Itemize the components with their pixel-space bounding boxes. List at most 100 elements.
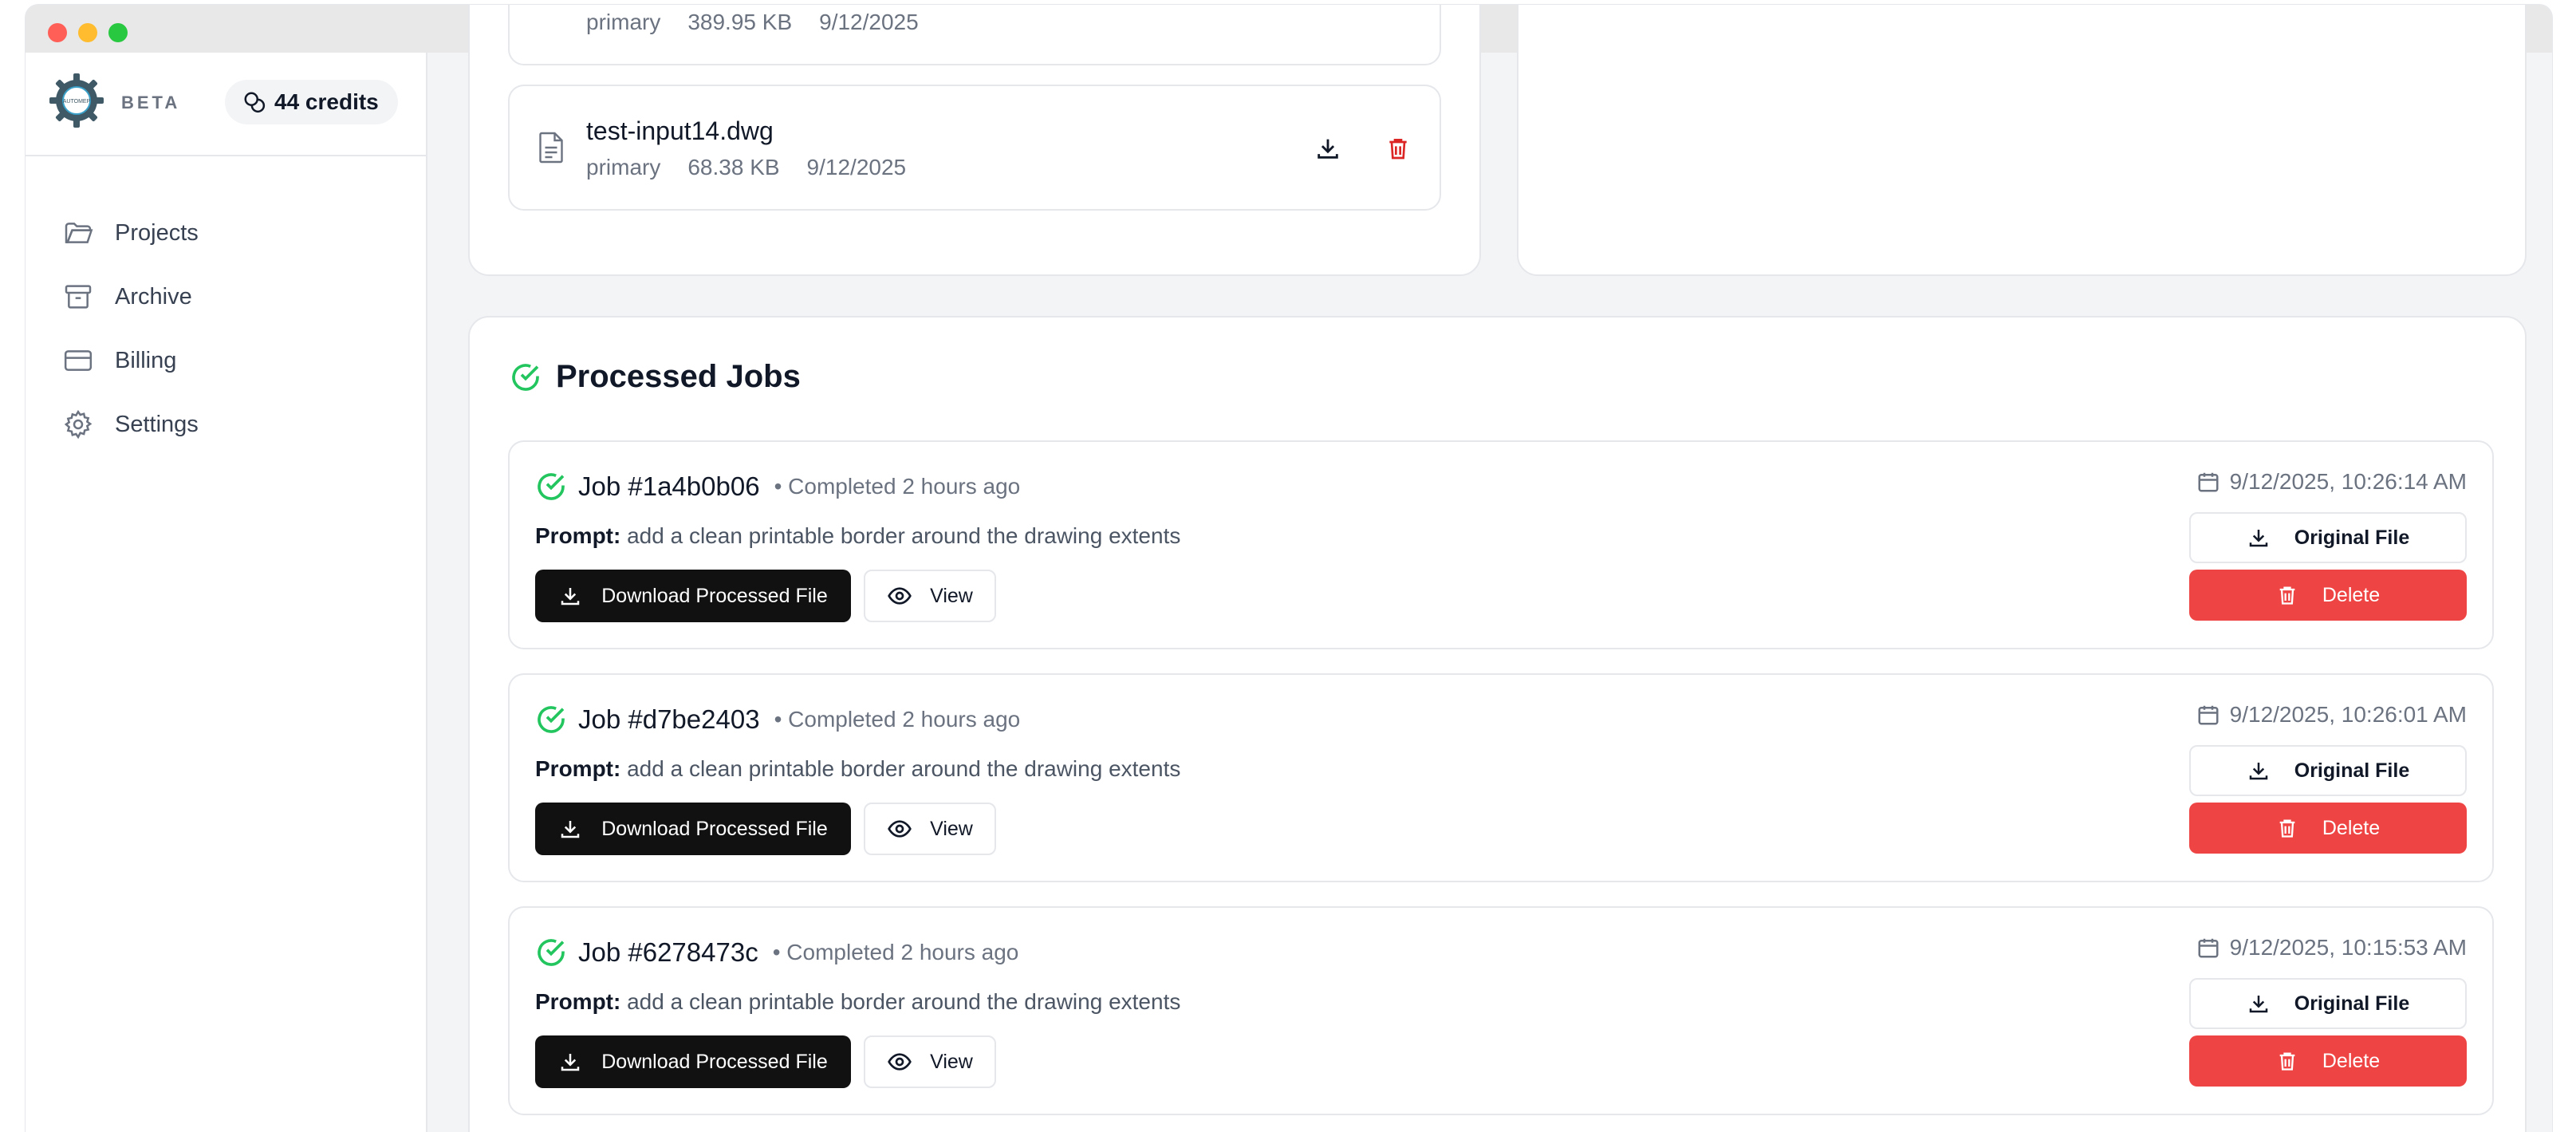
download-processed-file-button[interactable]: Download Processed File — [535, 1035, 851, 1088]
job-header: Job #d7be2403 • Completed 2 hours ago — [535, 704, 1020, 736]
calendar-icon — [2198, 938, 2219, 958]
beta-label: BETA — [121, 93, 181, 112]
prompt-label: Prompt: — [535, 756, 621, 781]
section-title: Processed Jobs — [510, 359, 801, 395]
job-header: Job #6278473c • Completed 2 hours ago — [535, 937, 1018, 968]
download-processed-file-button[interactable]: Download Processed File — [535, 803, 851, 855]
automep-logo-icon[interactable]: AUTOMEP — [48, 72, 105, 129]
check-circle-icon — [538, 473, 565, 500]
credit-card-icon — [64, 350, 93, 371]
original-file-label: Original File — [2294, 992, 2410, 1015]
folder-icon — [65, 223, 93, 243]
original-file-label: Original File — [2294, 526, 2410, 549]
credits-label: 44 credits — [274, 89, 379, 114]
credits-badge[interactable]: 44 credits — [225, 80, 398, 124]
view-button[interactable]: View — [864, 1035, 996, 1088]
view-label: View — [930, 817, 973, 840]
sidebar-item-billing[interactable]: Billing — [62, 329, 199, 392]
job-date: 9/12/2025, 10:26:01 AM — [2196, 702, 2467, 728]
sidebar-nav: Projects Archive Billing Settings — [62, 201, 199, 456]
job-title: Job #1a4b0b06 — [578, 471, 760, 501]
side-panel-card — [1517, 5, 2527, 276]
delete-file-button[interactable] — [1381, 131, 1416, 166]
prompt-label: Prompt: — [535, 523, 621, 548]
sidebar: AUTOMEP BETA 44 credits Projects Archive… — [26, 53, 427, 1132]
job-title: Job #6278473c — [578, 937, 758, 967]
minimize-window-button[interactable] — [78, 23, 97, 42]
file-meta: primary 389.95 KB 9/12/2025 — [586, 10, 919, 35]
sidebar-item-label: Archive — [115, 283, 192, 310]
download-icon — [2249, 996, 2267, 1013]
download-icon — [2249, 763, 2267, 780]
trash-icon — [2279, 1052, 2295, 1071]
delete-label: Delete — [2322, 1049, 2381, 1072]
check-circle-icon — [538, 939, 565, 966]
eye-icon — [888, 1053, 912, 1071]
delete-job-button[interactable]: Delete — [2189, 570, 2467, 621]
prompt-label: Prompt: — [535, 989, 621, 1014]
sidebar-item-label: Settings — [115, 411, 199, 437]
eye-icon — [888, 587, 912, 605]
job-date-text: 9/12/2025, 10:15:53 AM — [2229, 935, 2467, 960]
archive-icon — [65, 285, 92, 309]
sidebar-item-label: Projects — [115, 219, 199, 246]
sidebar-item-archive[interactable]: Archive — [62, 265, 199, 329]
view-button[interactable]: View — [864, 803, 996, 855]
file-row[interactable]: test-input14.dwg primary 68.38 KB 9/12/2… — [508, 85, 1441, 211]
processed-jobs-title: Processed Jobs — [556, 359, 801, 394]
delete-label: Delete — [2322, 816, 2381, 839]
file-date: 9/12/2025 — [819, 10, 919, 34]
job-prompt: Prompt: add a clean printable border aro… — [535, 756, 1180, 782]
download-file-button[interactable] — [1310, 131, 1345, 166]
download-icon — [561, 1054, 580, 1071]
sidebar-item-label: Billing — [115, 347, 177, 373]
logo-text: AUTOMEP — [63, 99, 91, 105]
job-date: 9/12/2025, 10:26:14 AM — [2196, 469, 2467, 495]
eye-icon — [888, 820, 912, 838]
trash-icon — [2279, 586, 2295, 605]
download-icon — [1318, 139, 1338, 159]
download-processed-file-button[interactable]: Download Processed File — [535, 570, 851, 622]
close-window-button[interactable] — [48, 23, 67, 42]
sidebar-item-projects[interactable]: Projects — [62, 201, 199, 265]
prompt-text: add a clean printable border around the … — [627, 989, 1181, 1014]
file-row[interactable]: primary 389.95 KB 9/12/2025 — [508, 5, 1441, 65]
file-date: 9/12/2025 — [806, 155, 907, 179]
prompt-text: add a clean printable border around the … — [627, 523, 1181, 548]
check-circle-icon — [538, 706, 565, 733]
job-date-text: 9/12/2025, 10:26:14 AM — [2229, 469, 2467, 494]
download-label: Download Processed File — [601, 1050, 828, 1073]
original-file-button[interactable]: Original File — [2189, 512, 2467, 563]
trash-icon — [1389, 139, 1407, 160]
sidebar-item-settings[interactable]: Settings — [62, 392, 199, 456]
original-file-button[interactable]: Original File — [2189, 978, 2467, 1029]
file-size: 389.95 KB — [687, 10, 793, 34]
delete-job-button[interactable]: Delete — [2189, 1035, 2467, 1087]
delete-job-button[interactable]: Delete — [2189, 803, 2467, 854]
view-button[interactable]: View — [864, 570, 996, 622]
download-icon — [561, 821, 580, 838]
job-status: • Completed 2 hours ago — [774, 474, 1021, 499]
job-date-text: 9/12/2025, 10:26:01 AM — [2229, 702, 2467, 727]
file-meta: primary 68.38 KB 9/12/2025 — [586, 155, 906, 180]
gear-icon — [64, 409, 93, 440]
check-circle-icon — [512, 363, 539, 391]
files-card: primary 389.95 KB 9/12/2025 test-input14… — [468, 5, 1481, 276]
job-date: 9/12/2025, 10:15:53 AM — [2196, 935, 2467, 960]
download-icon — [561, 588, 580, 605]
processed-jobs-card: Processed Jobs Job #1a4b0b06 • Completed… — [468, 316, 2527, 1132]
brand-header: AUTOMEP BETA 44 credits — [26, 53, 426, 156]
original-file-label: Original File — [2294, 759, 2410, 782]
download-label: Download Processed File — [601, 584, 828, 607]
original-file-button[interactable]: Original File — [2189, 745, 2467, 796]
file-size: 68.38 KB — [687, 155, 780, 179]
download-icon — [2249, 530, 2267, 547]
maximize-window-button[interactable] — [108, 23, 128, 42]
job-status: • Completed 2 hours ago — [772, 940, 1019, 964]
coins-icon — [244, 92, 266, 113]
download-label: Download Processed File — [601, 817, 828, 840]
view-label: View — [930, 584, 973, 607]
calendar-icon — [2198, 472, 2219, 492]
job-prompt: Prompt: add a clean printable border aro… — [535, 523, 1180, 549]
file-name: test-input14.dwg — [586, 116, 774, 145]
